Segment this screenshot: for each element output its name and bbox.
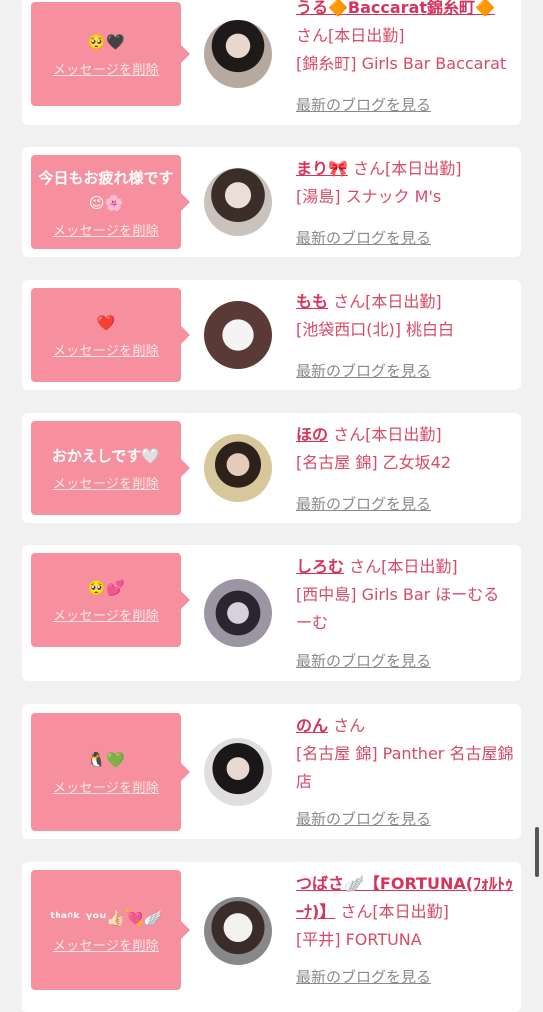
girl-name-link[interactable]: しろむ	[296, 557, 344, 576]
message-bubble: 今日もお疲れ様です😉🌸 メッセージを削除	[31, 155, 190, 249]
avatar[interactable]	[204, 738, 272, 806]
message-text: 🥺🖤	[87, 33, 125, 51]
message-text: 今日もお疲れ様です😉🌸	[38, 168, 174, 212]
shop-text: [平井] FORTUNA	[296, 930, 422, 949]
message-text: ❤️	[96, 314, 116, 332]
message-bubble: ❤️ メッセージを削除	[31, 288, 190, 382]
status-text: さん[本日出勤]	[296, 26, 405, 45]
message-bubble: 🥺🖤 メッセージを削除	[31, 2, 190, 106]
blog-link[interactable]: 最新のブログを見る	[296, 966, 431, 987]
shop-text: [池袋西口(北)] 桃白白	[296, 320, 455, 339]
shop-text: [錦糸町] Girls Bar Baccarat	[296, 54, 507, 73]
blog-link[interactable]: 最新のブログを見る	[296, 227, 431, 248]
girl-card: 今日もお疲れ様です😉🌸 メッセージを削除 まり🎀 さん[本日出勤] [湯島] ス…	[22, 147, 521, 257]
girl-card: ❤️ メッセージを削除 もも さん[本日出勤] [池袋西口(北)] 桃白白 最新…	[22, 280, 521, 390]
status-text: さん	[333, 716, 366, 735]
message-bubble: 🐧💚 メッセージを削除	[31, 713, 190, 831]
girl-name-link[interactable]: のん	[296, 716, 328, 735]
status-text: さん[本日出勤]	[349, 557, 458, 576]
delete-message-link[interactable]: メッセージを削除	[53, 935, 159, 954]
status-text: さん[本日出勤]	[353, 159, 462, 178]
avatar[interactable]	[204, 20, 272, 88]
delete-message-link[interactable]: メッセージを削除	[53, 59, 159, 78]
message-bubble: ᵗᑋᵃᐢᵏ ᵞᵒᵘ👍🏻💘🪽 メッセージを削除	[31, 870, 190, 990]
delete-message-link[interactable]: メッセージを削除	[53, 473, 159, 492]
blog-link[interactable]: 最新のブログを見る	[296, 360, 431, 381]
status-text: さん[本日出勤]	[333, 425, 442, 444]
avatar[interactable]	[204, 434, 272, 502]
shop-text: [名古屋 錦] 乙女坂42	[296, 453, 452, 472]
girl-name-link[interactable]: もも	[296, 292, 328, 311]
shop-text: [西中島] Girls Bar ほーむるーむ	[296, 585, 500, 632]
blog-link[interactable]: 最新のブログを見る	[296, 650, 431, 671]
blog-link[interactable]: 最新のブログを見る	[296, 808, 431, 829]
girl-card: 🥺🖤 メッセージを削除 うる🔶Baccarat錦糸町🔶 さん[本日出勤] [錦糸…	[22, 0, 521, 125]
girl-card: おかえしです🤍 メッセージを削除 ほの さん[本日出勤] [名古屋 錦] 乙女坂…	[22, 413, 521, 523]
delete-message-link[interactable]: メッセージを削除	[53, 777, 159, 796]
girl-name-link[interactable]: まり🎀	[296, 159, 348, 178]
shop-text: [湯島] スナック M's	[296, 187, 442, 206]
avatar[interactable]	[204, 301, 272, 369]
avatar[interactable]	[204, 579, 272, 647]
message-bubble: おかえしです🤍 メッセージを削除	[31, 421, 190, 515]
blog-link[interactable]: 最新のブログを見る	[296, 94, 431, 115]
shop-text: [名古屋 錦] Panther 名古屋錦店	[296, 744, 514, 791]
message-text: ᵗᑋᵃᐢᵏ ᵞᵒᵘ👍🏻💘🪽	[49, 909, 163, 927]
girl-card: 🥺💕 メッセージを削除 しろむ さん[本日出勤] [西中島] Girls Bar…	[22, 545, 521, 681]
status-text: さん[本日出勤]	[340, 902, 449, 921]
girl-name-link[interactable]: ほの	[296, 425, 328, 444]
status-text: さん[本日出勤]	[333, 292, 442, 311]
girl-card: ᵗᑋᵃᐢᵏ ᵞᵒᵘ👍🏻💘🪽 メッセージを削除 つばさ🪽【FORTUNA(ﾌｫﾙﾄ…	[22, 862, 521, 1012]
avatar[interactable]	[204, 168, 272, 236]
avatar[interactable]	[204, 897, 272, 965]
blog-link[interactable]: 最新のブログを見る	[296, 493, 431, 514]
delete-message-link[interactable]: メッセージを削除	[53, 340, 159, 359]
girl-name-link[interactable]: うる🔶Baccarat錦糸町🔶	[296, 0, 495, 17]
message-bubble: 🥺💕 メッセージを削除	[31, 553, 190, 647]
scrollbar[interactable]	[535, 827, 539, 877]
message-text: 🐧💚	[87, 751, 125, 769]
delete-message-link[interactable]: メッセージを削除	[53, 605, 159, 624]
message-text: 🥺💕	[87, 579, 125, 597]
message-text: おかえしです🤍	[51, 447, 161, 465]
girl-card: 🐧💚 メッセージを削除 のん さん [名古屋 錦] Panther 名古屋錦店 …	[22, 704, 521, 839]
delete-message-link[interactable]: メッセージを削除	[53, 220, 159, 239]
